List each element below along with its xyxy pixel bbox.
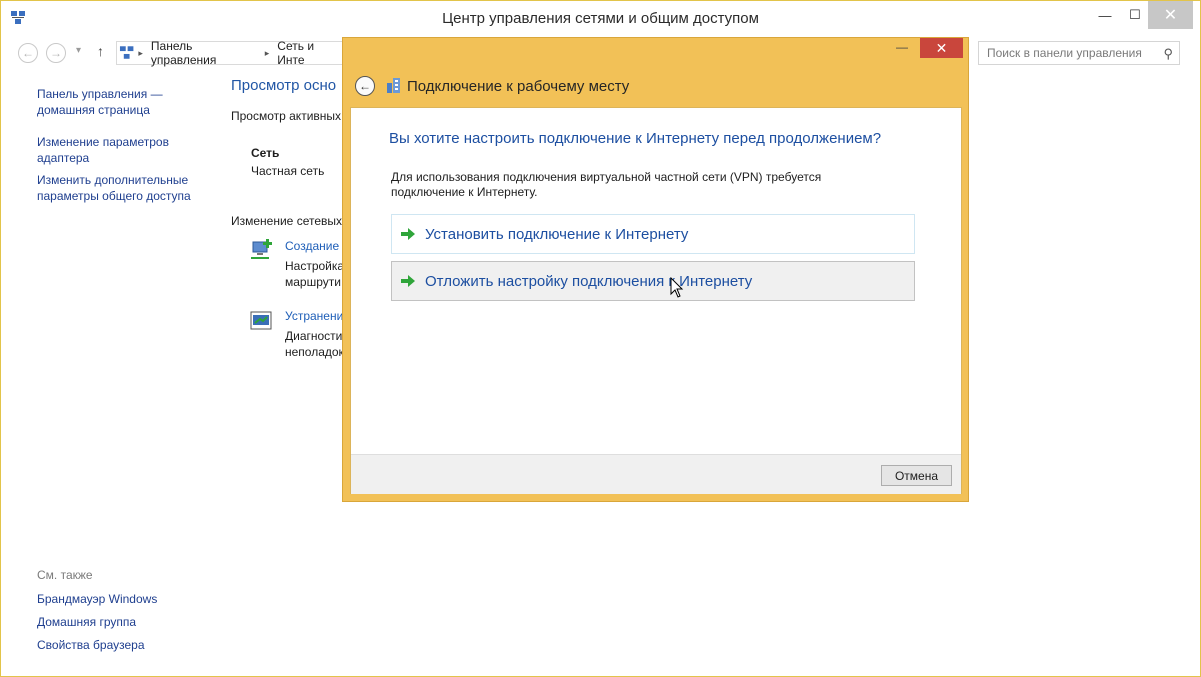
active-networks-label: Просмотр активных <box>231 109 342 123</box>
dialog-content: Вы хотите настроить подключение к Интерн… <box>350 107 962 494</box>
back-button[interactable]: ← <box>18 43 38 63</box>
change-settings-label: Изменение сетевых <box>231 214 342 228</box>
cancel-button[interactable]: Отмена <box>881 465 952 486</box>
breadcrumb-network[interactable]: Сеть и Инте <box>277 39 342 67</box>
breadcrumb-separator: ▸ <box>264 47 270 58</box>
search-icon[interactable]: ⚲ <box>1163 46 1173 62</box>
option-label: Установить подключение к Интернету <box>425 225 689 243</box>
dialog-footer: Отмена <box>351 454 961 494</box>
option-setup-internet[interactable]: Установить подключение к Интернету <box>391 214 915 254</box>
network-type: Частная сеть <box>251 164 325 178</box>
connect-workplace-dialog: — ✕ ← Подключение к рабочему месту Вы хо… <box>342 37 969 502</box>
up-button[interactable]: ↑ <box>97 43 104 59</box>
page-title: Просмотр осно <box>231 77 337 94</box>
dialog-close-button[interactable]: ✕ <box>920 38 963 58</box>
close-button[interactable]: ✕ <box>1148 1 1193 29</box>
control-panel-icon <box>119 46 134 59</box>
title-bar: Центр управления сетями и общим доступом… <box>1 1 1200 37</box>
dialog-minimize-button[interactable]: — <box>891 40 913 54</box>
forward-button[interactable]: → <box>46 43 66 63</box>
green-arrow-icon <box>401 275 415 287</box>
option-label: Отложить настройку подключения к Интерне… <box>425 272 753 290</box>
dialog-back-button[interactable]: ← <box>355 76 375 96</box>
minimize-button[interactable]: — <box>1093 1 1117 29</box>
breadcrumb-control-panel[interactable]: Панель управления <box>151 39 257 67</box>
workplace-connection-icon <box>387 78 400 93</box>
window-title: Центр управления сетями и общим доступом <box>442 10 759 27</box>
dialog-description: Для использования подключения виртуально… <box>391 170 822 199</box>
sidebar-link-adapter[interactable]: Изменение параметров адаптера <box>37 134 169 166</box>
maximize-button[interactable]: ☐ <box>1123 1 1147 29</box>
see-also-firewall[interactable]: Брандмауэр Windows <box>37 591 157 607</box>
breadcrumb-separator: ▸ <box>138 47 143 58</box>
history-dropdown-icon[interactable]: ▾ <box>76 45 81 56</box>
new-connection-icon <box>251 239 272 259</box>
see-also-browser[interactable]: Свойства браузера <box>37 637 145 653</box>
see-also-heading: См. также <box>37 568 93 582</box>
mouse-cursor-icon <box>670 277 684 298</box>
option-postpone-internet[interactable]: Отложить настройку подключения к Интерне… <box>391 261 915 301</box>
dialog-title: Подключение к рабочему месту <box>407 78 630 95</box>
see-also-homegroup[interactable]: Домашняя группа <box>37 614 136 630</box>
troubleshoot-icon <box>250 311 272 330</box>
sidebar-link-sharing[interactable]: Изменить дополнительные параметры общего… <box>37 172 191 204</box>
network-name: Сеть <box>251 146 280 160</box>
sidebar-link-home[interactable]: Панель управления — домашняя страница <box>37 86 163 118</box>
dialog-question: Вы хотите настроить подключение к Интерн… <box>389 130 882 147</box>
task-link-new-connection[interactable]: Создание и <box>285 239 349 253</box>
task-link-troubleshoot[interactable]: Устранени <box>285 309 343 323</box>
green-arrow-icon <box>401 228 415 240</box>
address-bar[interactable]: ▸ Панель управления ▸ Сеть и Инте <box>116 39 346 67</box>
task-desc-troubleshoot: Диагности неполадок <box>285 329 344 359</box>
search-placeholder: Поиск в панели управления <box>987 46 1142 60</box>
task-desc-new-connection: Настройка маршрути <box>285 259 345 289</box>
search-input[interactable]: Поиск в панели управления ⚲ <box>978 41 1180 65</box>
